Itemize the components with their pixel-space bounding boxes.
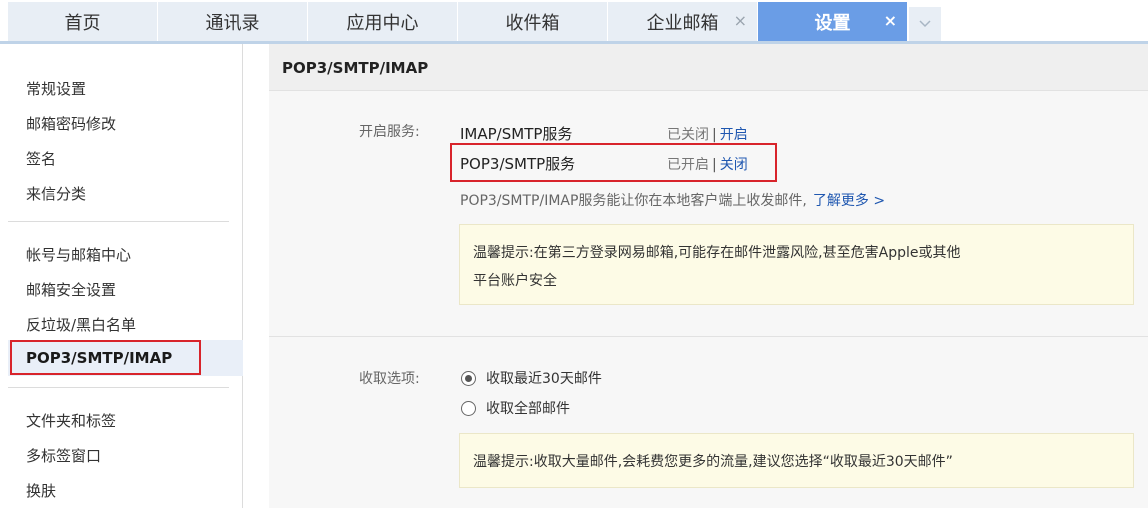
sidebar-divider <box>8 221 229 222</box>
notice-line: 平台账户安全 <box>473 273 557 289</box>
receive-label: 收取选项: <box>359 371 420 387</box>
imap-service-status: 已关闭 | 开启 <box>667 124 748 144</box>
notice-line: 温馨提示:收取大量邮件,会耗费您更多的流量,建议您选择“收取最近30天邮件” <box>473 454 953 470</box>
description-text: POP3/SMTP/IMAP服务能让你在本地客户端上收发邮件, <box>460 193 807 209</box>
sidebar-item-multi-tab[interactable]: 多标签窗口 <box>26 445 101 466</box>
chevron-down-icon <box>919 20 931 28</box>
sidebar-item-security[interactable]: 邮箱安全设置 <box>26 279 116 300</box>
pop3-service-status: 已开启 | 关闭 <box>667 154 748 174</box>
page-title: POP3/SMTP/IMAP <box>282 59 429 77</box>
receive-option-all[interactable]: 收取全部邮件 <box>461 398 570 418</box>
traffic-notice: 温馨提示:收取大量邮件,会耗费您更多的流量,建议您选择“收取最近30天邮件” <box>459 433 1134 488</box>
tab-home[interactable]: 首页 <box>8 2 157 41</box>
learn-more-link[interactable]: 了解更多 > <box>813 193 885 209</box>
tab-more-button[interactable] <box>909 7 941 41</box>
sidebar-divider <box>8 387 229 388</box>
imap-enable-link[interactable]: 开启 <box>720 127 748 143</box>
sidebar-item-general[interactable]: 常规设置 <box>26 78 86 99</box>
separator: | <box>712 127 717 143</box>
separator: | <box>712 157 717 173</box>
close-icon[interactable]: × <box>734 12 747 30</box>
section-divider <box>269 336 1148 337</box>
sidebar-item-signature[interactable]: 签名 <box>26 148 56 169</box>
radio-button-selected[interactable] <box>461 370 476 386</box>
notice-line: 温馨提示:在第三方登录网易邮箱,可能存在邮件泄露风险,甚至危害Apple或其他 <box>473 245 961 261</box>
tab-label: 通讯录 <box>205 12 260 34</box>
security-notice: 温馨提示:在第三方登录网易邮箱,可能存在邮件泄露风险,甚至危害Apple或其他 … <box>459 224 1134 305</box>
tab-label: 收件箱 <box>505 12 560 34</box>
tab-inbox[interactable]: 收件箱 <box>458 2 607 41</box>
tab-contacts[interactable]: 通讯录 <box>158 2 307 41</box>
sidebar-item-mail-rules[interactable]: 来信分类 <box>26 183 86 204</box>
sidebar-item-folders-labels[interactable]: 文件夹和标签 <box>26 410 116 431</box>
pop3-service-name: POP3/SMTP服务 <box>460 155 576 173</box>
status-text: 已开启 <box>667 157 709 173</box>
tab-settings[interactable]: 设置 × <box>758 2 907 41</box>
tab-label: 设置 <box>814 12 851 34</box>
sidebar-item-antispam[interactable]: 反垃圾/黑白名单 <box>26 314 136 335</box>
service-label: 开启服务: <box>359 124 420 140</box>
receive-option-30-days[interactable]: 收取最近30天邮件 <box>461 368 602 388</box>
option-label: 收取最近30天邮件 <box>486 371 602 387</box>
tab-enterprise-mail[interactable]: 企业邮箱 × <box>608 2 757 41</box>
option-label: 收取全部邮件 <box>486 401 570 417</box>
panel-header: POP3/SMTP/IMAP <box>269 44 1148 91</box>
sidebar-item-pop3[interactable]: POP3/SMTP/IMAP <box>26 349 172 367</box>
tab-label: 应用中心 <box>346 12 419 34</box>
tab-label: 企业邮箱 <box>646 12 719 34</box>
tab-label: 首页 <box>64 12 101 34</box>
status-text: 已关闭 <box>667 127 709 143</box>
sidebar-item-password[interactable]: 邮箱密码修改 <box>26 113 116 134</box>
sidebar-item-skin[interactable]: 换肤 <box>26 480 56 501</box>
sidebar-item-account-center[interactable]: 帐号与邮箱中心 <box>26 244 131 265</box>
tab-bar: 首页 通讯录 应用中心 收件箱 企业邮箱 × 设置 × <box>0 0 1148 44</box>
settings-sidebar: 常规设置 邮箱密码修改 签名 来信分类 帐号与邮箱中心 邮箱安全设置 反垃圾/黑… <box>0 44 243 508</box>
imap-service-name: IMAP/SMTP服务 <box>460 125 573 143</box>
tab-app-center[interactable]: 应用中心 <box>308 2 457 41</box>
settings-panel: POP3/SMTP/IMAP 开启服务: IMAP/SMTP服务 已关闭 | 开启 … <box>269 44 1148 508</box>
service-description: POP3/SMTP/IMAP服务能让你在本地客户端上收发邮件, 了解更多 > <box>460 190 885 210</box>
radio-button[interactable] <box>461 400 476 416</box>
pop3-disable-link[interactable]: 关闭 <box>720 157 748 173</box>
close-icon[interactable]: × <box>884 12 897 30</box>
